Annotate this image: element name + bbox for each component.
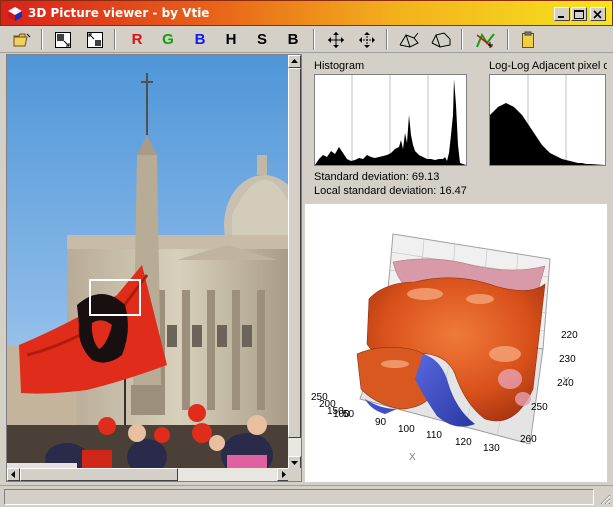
channel-s-label: S [256,31,267,48]
arrow-left-icon [11,471,15,478]
color-map-button[interactable] [472,28,498,51]
analysis-pane: Histogram Log-Log Adjacent pixel d Stand… [305,54,607,482]
scroll-left-button[interactable] [7,468,20,481]
close-button[interactable] [590,7,606,21]
channel-brightness-label: B [287,31,299,48]
x-axis-label: X [409,452,416,463]
vertical-scroll-thumb[interactable] [288,68,301,438]
minimize-button[interactable] [554,7,570,21]
rotate-right-button[interactable] [428,28,454,51]
x-tick-label: 100 [398,424,415,435]
arrow-down-icon [291,461,298,465]
channel-h-label: H [225,31,237,48]
move-arrows-icon [328,31,344,48]
scroll-up-button[interactable] [288,55,301,68]
scroll-corner [288,468,301,481]
x-tick-label: 90 [375,417,387,428]
rotate-3d-right-icon [431,31,451,48]
title-bar[interactable]: 3D Picture viewer - by Vtie [0,0,613,26]
y-tick-label: 250 [531,402,548,413]
channel-g-button[interactable]: G [155,28,181,51]
channel-r-label: R [131,31,143,48]
zoom-actual-icon [87,31,103,48]
x-tick-label: 130 [483,443,500,454]
window-title: 3D Picture viewer - by Vtie [28,6,210,20]
app-cube-icon [8,7,22,21]
maximize-icon [574,10,584,19]
rotate-3d-left-icon [399,32,419,48]
y-tick-label: 220 [561,330,578,341]
histogram-bars [315,75,466,165]
zoom-fit-button[interactable] [50,28,76,51]
y-tick-label: 230 [559,354,576,365]
loglog-title: Log-Log Adjacent pixel d [489,60,607,72]
resize-grip-icon[interactable] [599,493,611,505]
toolbar: R G B H S B [0,26,613,53]
move-plot-button[interactable] [354,28,380,51]
image-vertical-scrollbar[interactable] [288,55,301,469]
maximize-button[interactable] [571,7,587,21]
arrow-up-icon [291,59,298,63]
image-view-pane[interactable] [6,54,302,482]
x-tick-label: 110 [426,430,442,441]
loglog-bars [490,75,605,165]
channel-s-button[interactable]: S [249,28,275,51]
zoom-actual-button[interactable] [82,28,108,51]
zoom-fit-icon [55,31,71,48]
histogram-title: Histogram [314,60,365,72]
clipboard-button[interactable] [515,28,541,51]
y-tick-label: 260 [520,434,537,445]
channel-r-button[interactable]: R [124,28,150,51]
surface-plot-area[interactable]: 220 230 240 250 260 90 100 110 120 130 2… [305,204,607,482]
statistics-panel: Histogram Log-Log Adjacent pixel d Stand… [305,54,607,204]
x-tick-label: 120 [455,437,472,448]
status-bar [0,485,613,507]
close-icon [593,10,602,19]
std-dev-label: Standard deviation: 69.13 [314,171,440,183]
photo-canvas[interactable] [7,55,290,469]
channel-b-label: B [194,31,206,48]
open-file-button[interactable] [9,28,35,51]
pan-button[interactable] [323,28,349,51]
minimize-icon [558,16,564,18]
surface-plot[interactable]: 220 230 240 250 260 90 100 110 120 130 2… [305,204,607,482]
graph-color-icon [476,32,495,48]
local-std-dev-label: Local standard deviation: 16.47 [314,185,467,197]
image-horizontal-scrollbar[interactable] [7,468,290,481]
horizontal-scroll-thumb[interactable] [20,468,178,481]
move-cross-icon [359,31,375,48]
clipboard-icon [522,31,534,48]
open-folder-icon [13,33,31,46]
y-axis-label: Y [563,376,570,387]
channel-h-button[interactable]: H [218,28,244,51]
z-tick-label: 50 [343,409,355,420]
loglog-chart [489,74,606,166]
rotate-left-button[interactable] [396,28,422,51]
status-field [4,489,594,505]
channel-g-label: G [162,31,174,48]
channel-brightness-button[interactable]: B [280,28,306,51]
histogram-chart [314,74,467,166]
channel-b-button[interactable]: B [187,28,213,51]
